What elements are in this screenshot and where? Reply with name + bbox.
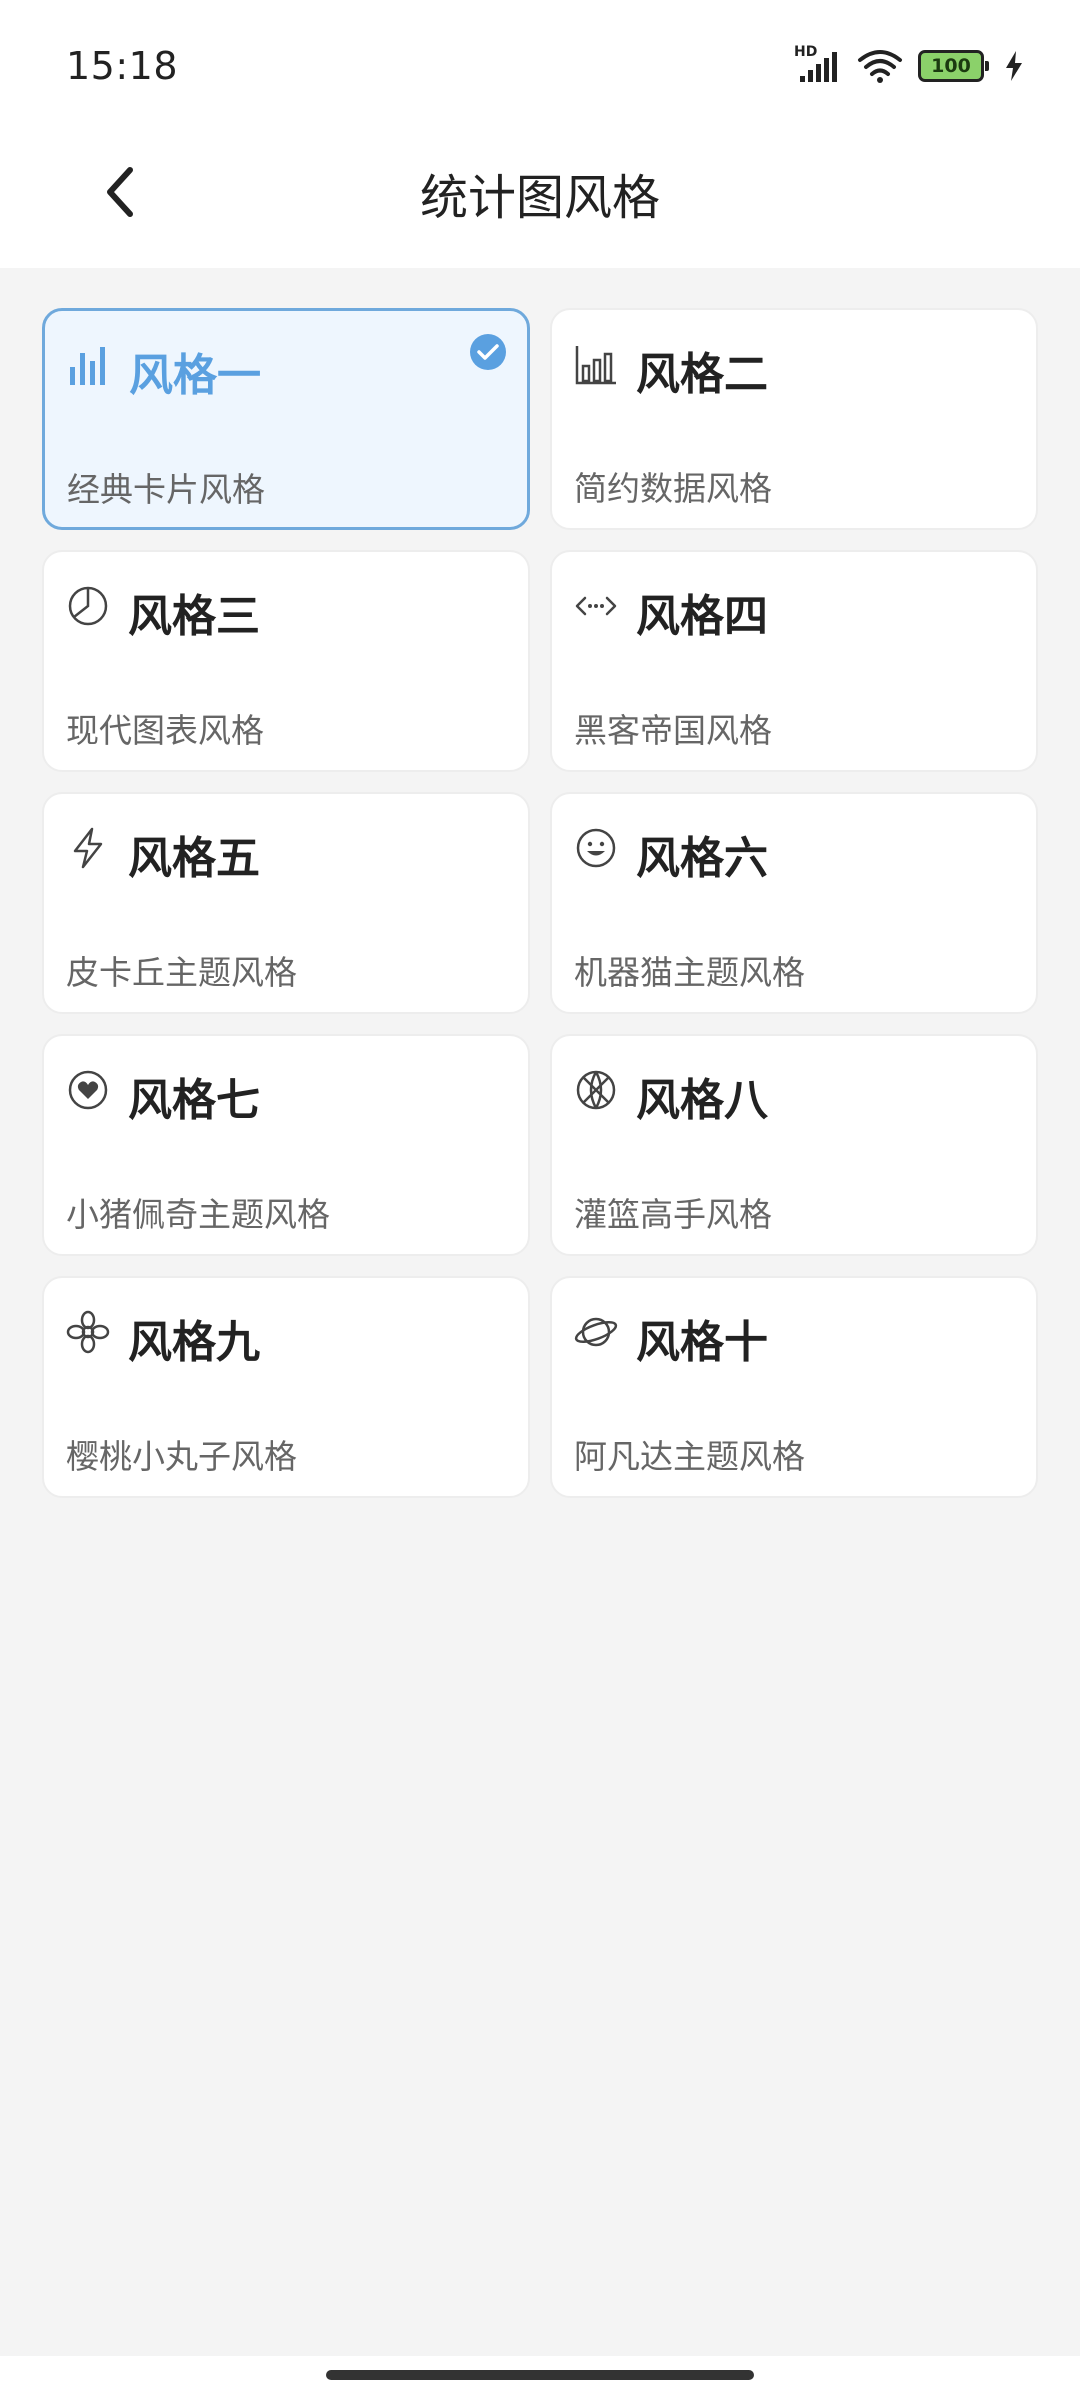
style-card-5[interactable]: 风格五 皮卡丘主题风格 — [42, 792, 530, 1014]
check-circle-icon — [470, 334, 506, 370]
charging-icon — [1004, 49, 1024, 83]
style-description: 现代图表风格 — [66, 711, 264, 750]
style-card-1[interactable]: 风格一 经典卡片风格 — [42, 308, 530, 530]
wifi-icon — [856, 48, 904, 84]
style-description: 樱桃小丸子风格 — [66, 1437, 297, 1476]
home-indicator[interactable] — [326, 2370, 754, 2380]
flower-icon — [66, 1310, 110, 1354]
style-description: 阿凡达主题风格 — [574, 1437, 805, 1476]
style-title: 风格十 — [636, 1317, 768, 1368]
style-card-4[interactable]: 风格四 黑客帝国风格 — [550, 550, 1038, 772]
style-title: 风格四 — [636, 591, 768, 642]
style-card-6[interactable]: 风格六 机器猫主题风格 — [550, 792, 1038, 1014]
style-card-2[interactable]: 风格二 简约数据风格 — [550, 308, 1038, 530]
style-card-9[interactable]: 风格九 樱桃小丸子风格 — [42, 1276, 530, 1498]
style-description: 小猪佩奇主题风格 — [66, 1195, 330, 1234]
page-title: 统计图风格 — [419, 170, 660, 226]
header: 统计图风格 — [0, 130, 1080, 268]
status-time: 15:18 — [66, 44, 179, 88]
signal-icon: HD — [794, 44, 842, 84]
lightning-icon — [73, 827, 103, 869]
style-card-10[interactable]: 风格十 阿凡达主题风格 — [550, 1276, 1038, 1498]
code-arrows-icon — [575, 596, 617, 616]
planet-icon — [574, 1317, 618, 1347]
battery-icon: 100 — [918, 50, 989, 82]
status-icons: HD 100 — [794, 44, 1024, 86]
style-description: 简约数据风格 — [574, 469, 772, 508]
style-card-3[interactable]: 风格三 现代图表风格 — [42, 550, 530, 772]
style-title: 风格五 — [128, 833, 260, 884]
style-description: 机器猫主题风格 — [574, 953, 805, 992]
style-grid: 风格一 经典卡片风格 风格二 简约数据风格 风格三 现代图表风格 风格四 黑客帝… — [42, 308, 1038, 1498]
style-title: 风格九 — [128, 1317, 260, 1368]
style-description: 灌篮高手风格 — [574, 1195, 772, 1234]
bar-outline-icon — [575, 346, 616, 385]
basketball-icon — [576, 1070, 616, 1110]
pie-chart-icon — [68, 586, 108, 626]
style-description: 经典卡片风格 — [67, 470, 265, 509]
style-title: 风格八 — [636, 1075, 768, 1126]
battery-level: 100 — [931, 55, 971, 77]
style-description: 皮卡丘主题风格 — [66, 953, 297, 992]
style-title: 风格三 — [128, 591, 260, 642]
heart-circle-icon — [68, 1070, 108, 1110]
style-title: 风格七 — [128, 1075, 260, 1126]
style-description: 黑客帝国风格 — [574, 711, 772, 750]
status-bar: 15:18 HD 100 — [0, 0, 1080, 130]
style-card-7[interactable]: 风格七 小猪佩奇主题风格 — [42, 1034, 530, 1256]
style-title: 风格六 — [636, 833, 768, 884]
style-card-8[interactable]: 风格八 灌篮高手风格 — [550, 1034, 1038, 1256]
bar-chart-icon — [70, 347, 105, 385]
smiley-icon — [576, 828, 616, 868]
style-title: 风格一 — [129, 350, 261, 401]
style-title: 风格二 — [636, 349, 768, 400]
